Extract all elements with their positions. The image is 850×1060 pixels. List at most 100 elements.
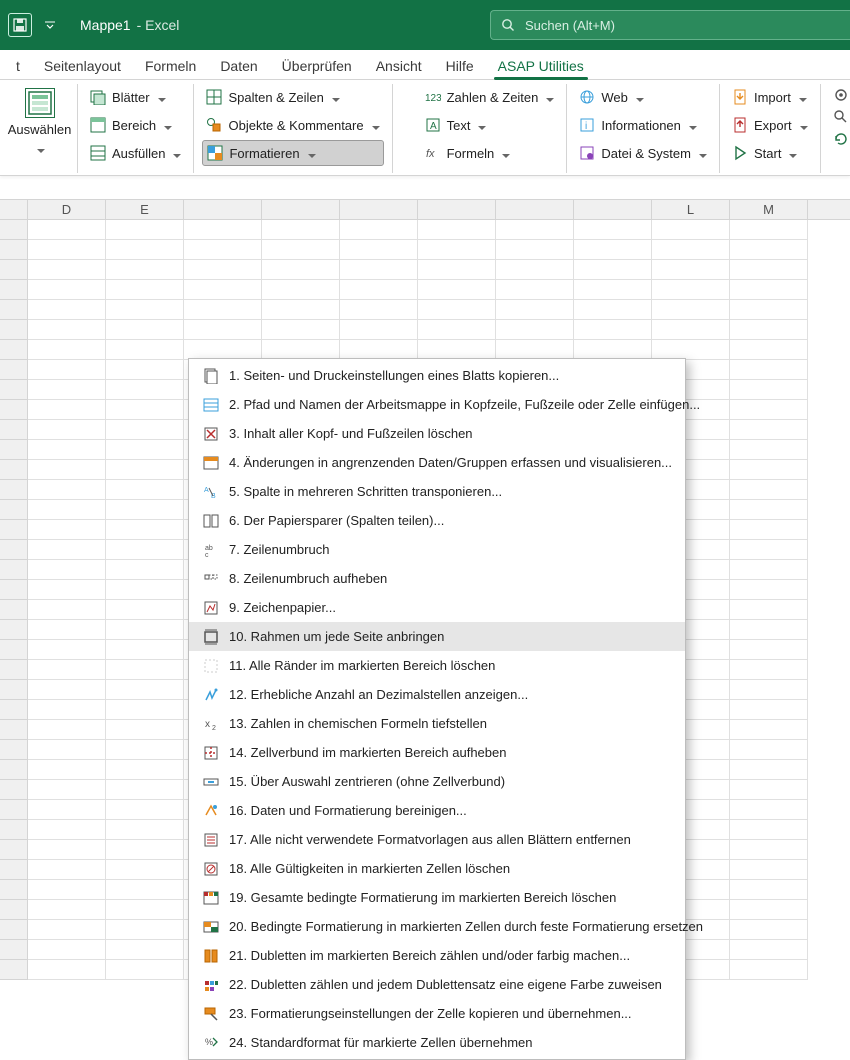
menu-item-19[interactable]: 19. Gesamte bedingte Formatierung im mar… bbox=[189, 883, 685, 912]
cell[interactable] bbox=[730, 680, 808, 700]
cell[interactable] bbox=[496, 340, 574, 360]
cell[interactable] bbox=[28, 400, 106, 420]
cell[interactable] bbox=[730, 960, 808, 980]
cell[interactable] bbox=[28, 640, 106, 660]
tab-daten[interactable]: Daten bbox=[208, 52, 269, 79]
cell[interactable] bbox=[28, 360, 106, 380]
cell[interactable] bbox=[28, 740, 106, 760]
cell[interactable] bbox=[340, 260, 418, 280]
search-box[interactable]: Suchen (Alt+M) bbox=[490, 10, 850, 40]
cell[interactable] bbox=[418, 260, 496, 280]
cell[interactable] bbox=[28, 900, 106, 920]
formulas-button[interactable]: fx Formeln bbox=[421, 140, 559, 166]
menu-item-21[interactable]: 21. Dubletten im markierten Bereich zähl… bbox=[189, 941, 685, 970]
cell[interactable] bbox=[496, 280, 574, 300]
menu-item-8[interactable]: 8. Zeilenumbruch aufheben bbox=[189, 564, 685, 593]
range-button[interactable]: Bereich bbox=[86, 112, 185, 138]
cell[interactable] bbox=[730, 340, 808, 360]
menu-item-14[interactable]: 14. Zellverbund im markierten Bereich au… bbox=[189, 738, 685, 767]
menu-item-17[interactable]: 17. Alle nicht verwendete Formatvorlagen… bbox=[189, 825, 685, 854]
cell[interactable] bbox=[106, 940, 184, 960]
cell[interactable] bbox=[730, 460, 808, 480]
cell[interactable] bbox=[28, 700, 106, 720]
cell[interactable] bbox=[652, 320, 730, 340]
cell[interactable] bbox=[730, 720, 808, 740]
cell[interactable] bbox=[730, 500, 808, 520]
cell[interactable] bbox=[730, 360, 808, 380]
cell[interactable] bbox=[730, 400, 808, 420]
cell[interactable] bbox=[184, 300, 262, 320]
fill-button[interactable]: Ausfüllen bbox=[86, 140, 185, 166]
cell[interactable] bbox=[28, 920, 106, 940]
col-header[interactable]: M bbox=[730, 200, 808, 219]
cell[interactable] bbox=[28, 240, 106, 260]
col-header[interactable] bbox=[340, 200, 418, 219]
cell[interactable] bbox=[28, 340, 106, 360]
cell[interactable] bbox=[106, 480, 184, 500]
cell[interactable] bbox=[106, 560, 184, 580]
cell[interactable] bbox=[418, 220, 496, 240]
cell[interactable] bbox=[106, 740, 184, 760]
cell[interactable] bbox=[28, 560, 106, 580]
cell[interactable] bbox=[28, 420, 106, 440]
cell[interactable] bbox=[106, 700, 184, 720]
menu-item-16[interactable]: 16. Daten und Formatierung bereinigen... bbox=[189, 796, 685, 825]
cell[interactable] bbox=[106, 800, 184, 820]
cell[interactable] bbox=[730, 580, 808, 600]
cols-rows-button[interactable]: Spalten & Zeilen bbox=[202, 84, 383, 110]
menu-item-15[interactable]: 15. Über Auswahl zentrieren (ohne Zellve… bbox=[189, 767, 685, 796]
cell[interactable] bbox=[28, 860, 106, 880]
col-header[interactable] bbox=[496, 200, 574, 219]
cell[interactable] bbox=[730, 800, 808, 820]
menu-item-24[interactable]: %24. Standardformat für markierte Zellen… bbox=[189, 1028, 685, 1057]
select-all-corner[interactable] bbox=[0, 200, 28, 219]
cell[interactable] bbox=[652, 340, 730, 360]
cell[interactable] bbox=[262, 300, 340, 320]
menu-item-20[interactable]: 20. Bedingte Formatierung in markierten … bbox=[189, 912, 685, 941]
cell[interactable] bbox=[106, 280, 184, 300]
cell[interactable] bbox=[28, 540, 106, 560]
cell[interactable] bbox=[730, 860, 808, 880]
cell[interactable] bbox=[106, 460, 184, 480]
cell[interactable] bbox=[184, 220, 262, 240]
cell[interactable] bbox=[730, 440, 808, 460]
menu-item-13[interactable]: x213. Zahlen in chemischen Formeln tiefs… bbox=[189, 709, 685, 738]
cell[interactable] bbox=[106, 380, 184, 400]
cell[interactable] bbox=[730, 220, 808, 240]
cell[interactable] bbox=[730, 620, 808, 640]
cell[interactable] bbox=[730, 700, 808, 720]
cell[interactable] bbox=[262, 220, 340, 240]
cell[interactable] bbox=[28, 960, 106, 980]
cell[interactable] bbox=[106, 860, 184, 880]
cell[interactable] bbox=[28, 460, 106, 480]
text-button[interactable]: A Text bbox=[421, 112, 559, 138]
cell[interactable] bbox=[418, 280, 496, 300]
cell[interactable] bbox=[106, 600, 184, 620]
cell[interactable] bbox=[28, 620, 106, 640]
find-tool-button[interactable]: Tool finden und bbox=[829, 106, 850, 128]
cell[interactable] bbox=[262, 260, 340, 280]
tab-seitenlayout[interactable]: Seitenlayout bbox=[32, 52, 133, 79]
cell[interactable] bbox=[106, 780, 184, 800]
cell[interactable] bbox=[28, 780, 106, 800]
menu-item-23[interactable]: 23. Formatierungseinstellungen der Zelle… bbox=[189, 999, 685, 1028]
cell[interactable] bbox=[28, 760, 106, 780]
cell[interactable] bbox=[730, 540, 808, 560]
cell[interactable] bbox=[28, 940, 106, 960]
cell[interactable] bbox=[340, 280, 418, 300]
cell[interactable] bbox=[730, 920, 808, 940]
cell[interactable] bbox=[652, 280, 730, 300]
cell[interactable] bbox=[496, 300, 574, 320]
cell[interactable] bbox=[28, 220, 106, 240]
cell[interactable] bbox=[28, 300, 106, 320]
cell[interactable] bbox=[106, 420, 184, 440]
cell[interactable] bbox=[106, 880, 184, 900]
tab-hilfe[interactable]: Hilfe bbox=[434, 52, 486, 79]
cell[interactable] bbox=[730, 520, 808, 540]
cell[interactable] bbox=[106, 680, 184, 700]
cell[interactable] bbox=[496, 320, 574, 340]
file-system-button[interactable]: Datei & System bbox=[575, 140, 711, 166]
menu-item-9[interactable]: 9. Zeichenpapier... bbox=[189, 593, 685, 622]
menu-item-7[interactable]: abc7. Zeilenumbruch bbox=[189, 535, 685, 564]
cell[interactable] bbox=[28, 260, 106, 280]
